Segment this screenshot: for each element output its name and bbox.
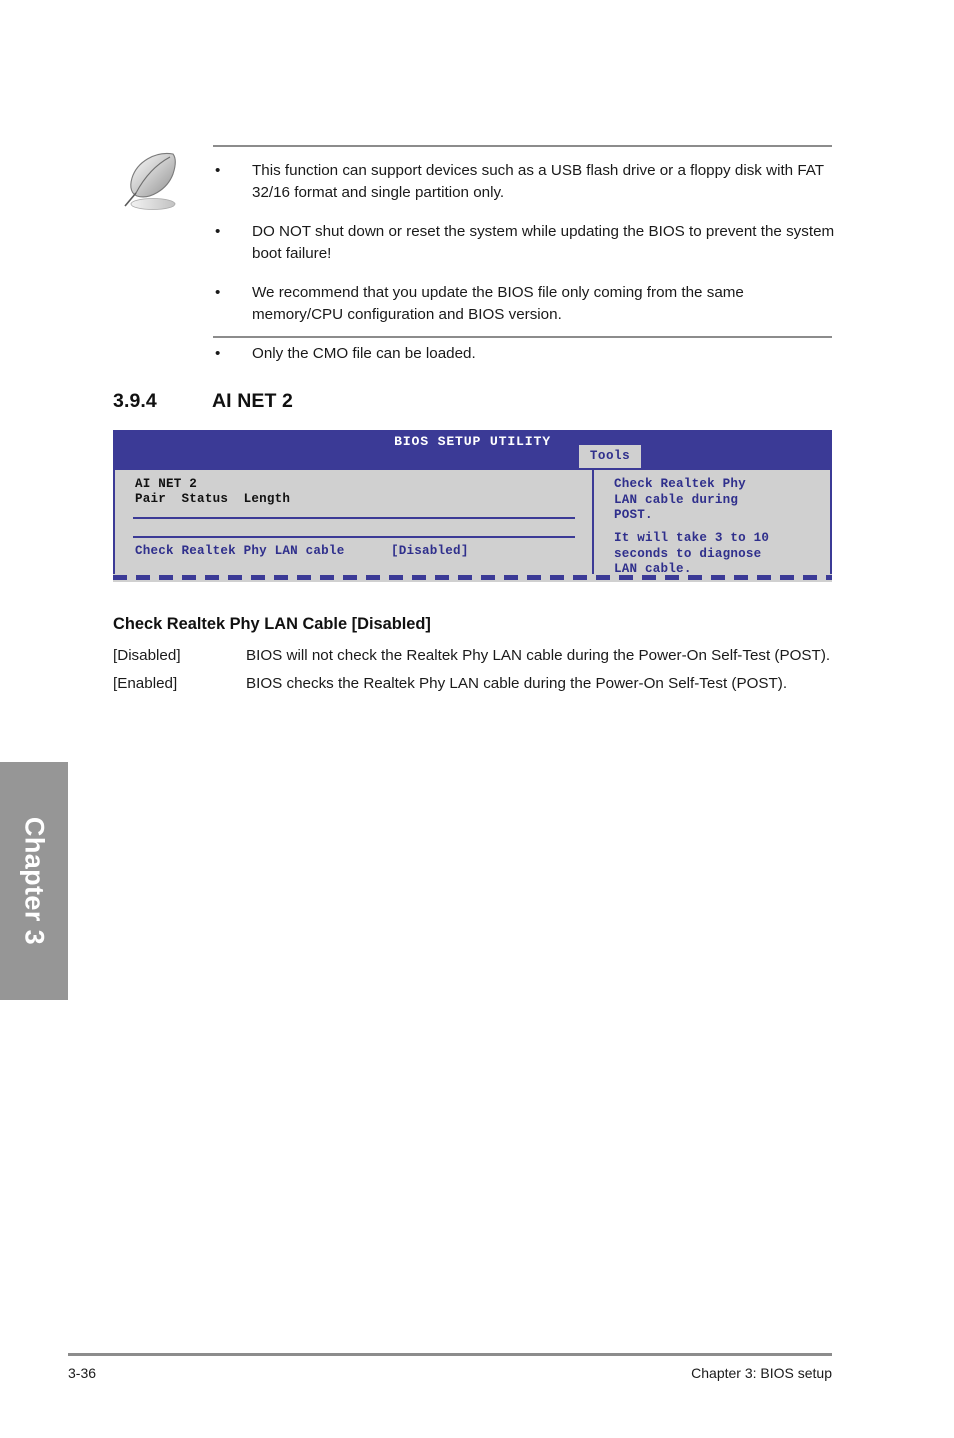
- bios-cutoff-dashed-border: [113, 574, 832, 582]
- note-item: • DO NOT shut down or reset the system w…: [213, 221, 838, 264]
- bios-body: AI NET 2 Pair Status Length Check Realte…: [113, 468, 832, 576]
- option-doc-list: [Disabled] BIOS will not check the Realt…: [113, 645, 833, 701]
- bios-help-paragraph-2: It will take 3 to 10 seconds to diagnose…: [614, 531, 770, 576]
- bullet-glyph: •: [215, 223, 221, 240]
- bios-divider-bottom: [133, 536, 575, 538]
- bios-help-paragraph-1: Check Realtek Phy LAN cable during POST.: [614, 477, 746, 522]
- option-doc-key: [Enabled]: [113, 675, 178, 692]
- bios-tab-tools[interactable]: Tools: [579, 445, 641, 468]
- bios-option-value[interactable]: [Disabled]: [391, 544, 469, 560]
- note-item: • We recommend that you update the BIOS …: [213, 282, 838, 325]
- bios-setup-screenshot: BIOS SETUP UTILITY Tools AI NET 2 Pair S…: [113, 430, 832, 582]
- option-doc-description: BIOS will not check the Realtek Phy LAN …: [246, 647, 831, 664]
- bios-option-label[interactable]: Check Realtek Phy LAN cable: [135, 544, 344, 560]
- section-heading: 3.9.4 AI NET 2: [113, 390, 833, 413]
- bios-main-panel: AI NET 2 Pair Status Length Check Realte…: [115, 468, 594, 574]
- note-top-divider: [213, 145, 832, 147]
- footer-page-number: 3-36: [68, 1365, 97, 1381]
- note-item-text: We recommend that you update the BIOS fi…: [252, 284, 744, 323]
- option-doc-row: [Disabled] BIOS will not check the Realt…: [113, 645, 833, 667]
- note-item: • This function can support devices such…: [213, 160, 838, 203]
- section-number: 3.9.4: [113, 390, 157, 412]
- note-item-text: Only the CMO file can be loaded.: [252, 345, 476, 362]
- option-doc-row: [Enabled] BIOS checks the Realtek Phy LA…: [113, 673, 833, 695]
- chapter-side-tab-label: Chapter 3: [19, 816, 50, 946]
- quill-pen-note-icon: [115, 148, 195, 218]
- bullet-glyph: •: [215, 284, 221, 301]
- bios-divider-top: [133, 517, 575, 519]
- chapter-side-tab: Chapter 3: [0, 762, 68, 1000]
- note-bullet-list: • This function can support devices such…: [213, 160, 838, 365]
- bios-column-headers: Pair Status Length: [135, 492, 291, 506]
- bullet-glyph: •: [215, 162, 221, 179]
- option-doc-description: BIOS checks the Realtek Phy LAN cable du…: [246, 675, 788, 692]
- option-doc-key: [Disabled]: [113, 647, 181, 664]
- section-title: AI NET 2: [212, 390, 293, 412]
- bios-help-panel: Check Realtek Phy LAN cable during POST.…: [594, 468, 830, 576]
- note-item-text: DO NOT shut down or reset the system whi…: [252, 223, 835, 262]
- note-item-text: This function can support devices such a…: [252, 162, 824, 201]
- bios-main-heading: AI NET 2: [135, 477, 198, 491]
- option-doc-heading: Check Realtek Phy LAN Cable [Disabled]: [113, 615, 431, 633]
- bullet-glyph: •: [215, 345, 221, 362]
- footer-chapter-title: Chapter 3: BIOS setup: [691, 1365, 832, 1381]
- note-item: • Only the CMO file can be loaded.: [213, 343, 838, 365]
- bios-header-bar: BIOS SETUP UTILITY Tools: [113, 430, 832, 468]
- footer-divider: [68, 1353, 832, 1356]
- bios-utility-title: BIOS SETUP UTILITY: [394, 434, 551, 449]
